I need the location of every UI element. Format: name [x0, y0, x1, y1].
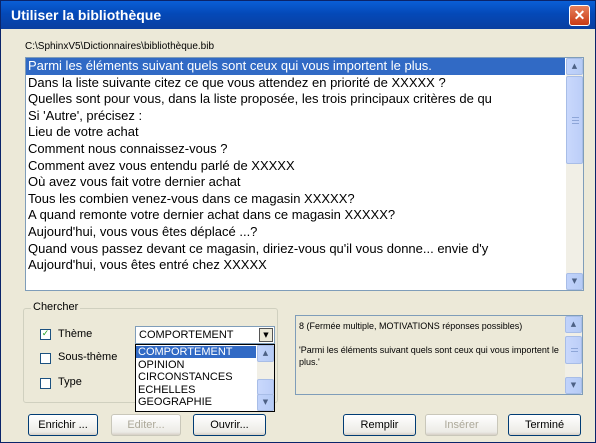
theme-checkbox[interactable]: ✓ [40, 329, 51, 340]
info-scroll-down-button[interactable]: ▼ [565, 377, 582, 394]
scroll-thumb[interactable] [566, 76, 583, 164]
question-list-item[interactable]: Lieu de votre achat [26, 124, 565, 141]
chevron-down-icon: ▼ [263, 331, 269, 339]
theme-option[interactable]: GEOGRAPHIE [136, 396, 256, 408]
type-checkbox[interactable] [40, 378, 51, 389]
question-info-box: 8 (Fermée multiple, MOTIVATIONS réponses… [295, 315, 583, 395]
question-list-item[interactable]: Quand vous passez devant ce magasin, dir… [26, 241, 565, 258]
chevron-down-icon: ▼ [262, 398, 269, 406]
enrich-button[interactable]: Enrichir ... [28, 414, 98, 436]
subtheme-checkbox-label: Sous-thème [58, 351, 118, 363]
close-button[interactable]: ✕ [569, 5, 590, 26]
theme-dropdown-scrollbar[interactable]: ▲ ▼ [257, 345, 274, 411]
type-checkbox-label: Type [58, 376, 82, 388]
dropdown-scroll-down-button[interactable]: ▼ [257, 394, 274, 411]
question-list-item[interactable]: Comment nous connaissez-vous ? [26, 141, 565, 158]
search-group-legend: Chercher [31, 301, 81, 313]
chevron-down-icon: ▼ [571, 277, 578, 285]
chevron-up-icon: ▲ [571, 62, 578, 70]
question-list-item[interactable]: Aujourd'hui, vous vous êtes déplacé ...? [26, 224, 565, 241]
chevron-up-icon: ▲ [262, 349, 269, 357]
theme-option[interactable]: CIRCONSTANCES [136, 371, 256, 383]
theme-combobox[interactable]: COMPORTEMENT ▼ [135, 326, 275, 344]
theme-option[interactable]: COMPORTEMENT [136, 346, 256, 358]
scroll-down-button[interactable]: ▼ [566, 273, 583, 290]
question-list-item[interactable]: Dans la liste suivante citez ce que vous… [26, 75, 565, 92]
fill-button[interactable]: Remplir [343, 414, 416, 436]
subtheme-checkbox[interactable] [40, 353, 51, 364]
info-scroll-up-button[interactable]: ▲ [565, 316, 582, 333]
theme-option[interactable]: ECHELLES [136, 384, 256, 396]
question-list-scrollbar[interactable]: ▲ ▼ [566, 58, 583, 290]
title-bar[interactable]: Utiliser la bibliothèque ✕ [1, 1, 595, 29]
dropdown-scroll-thumb[interactable] [257, 379, 274, 395]
chevron-up-icon: ▲ [570, 320, 577, 328]
library-dialog: Utiliser la bibliothèque ✕ C:\SphinxV5\D… [0, 0, 596, 443]
question-list-item[interactable]: Comment avez vous entendu parlé de XXXXX [26, 158, 565, 175]
theme-combobox-toggle[interactable]: ▼ [259, 328, 273, 342]
question-items: Parmi les éléments suivant quels sont ce… [26, 58, 565, 290]
open-button[interactable]: Ouvrir... [193, 414, 266, 436]
question-info-text: 8 (Fermée multiple, MOTIVATIONS réponses… [299, 321, 559, 367]
theme-option[interactable]: OPINION [136, 359, 256, 371]
theme-dropdown-list[interactable]: COMPORTEMENT OPINION CIRCONSTANCES ECHELLES… [135, 344, 275, 412]
window-title: Utiliser la bibliothèque [11, 7, 162, 23]
chevron-down-icon: ▼ [570, 381, 577, 389]
question-list[interactable]: Parmi les éléments suivant quels sont ce… [25, 57, 584, 291]
scroll-up-button[interactable]: ▲ [566, 58, 583, 75]
library-path: C:\SphinxV5\Dictionnaires\bibliothèque.b… [25, 41, 215, 52]
question-list-item[interactable]: Où avez vous fait votre dernier achat [26, 174, 565, 191]
question-list-item[interactable]: Si 'Autre', précisez : [26, 108, 565, 125]
question-list-item[interactable]: A quand remonte votre dernier achat dans… [26, 207, 565, 224]
theme-combobox-value: COMPORTEMENT [139, 329, 234, 341]
question-list-item[interactable]: Aujourd'hui, vous êtes entré chez XXXXX [26, 257, 565, 274]
checkmark-icon: ✓ [41, 329, 50, 339]
info-scrollbar[interactable]: ▲ ▼ [565, 316, 582, 394]
insert-button[interactable]: Insérer [425, 414, 498, 436]
done-button[interactable]: Terminé [508, 414, 581, 436]
close-icon: ✕ [573, 7, 586, 23]
question-list-item[interactable]: Tous les combien venez-vous dans ce maga… [26, 191, 565, 208]
theme-checkbox-label: Thème [58, 328, 93, 340]
dropdown-scroll-up-button[interactable]: ▲ [257, 345, 274, 362]
edit-button[interactable]: Editer... [111, 414, 181, 436]
question-list-item[interactable]: Quelles sont pour vous, dans la liste pr… [26, 91, 565, 108]
question-list-item[interactable]: Parmi les éléments suivant quels sont ce… [26, 58, 565, 75]
info-scroll-thumb[interactable] [565, 336, 582, 364]
